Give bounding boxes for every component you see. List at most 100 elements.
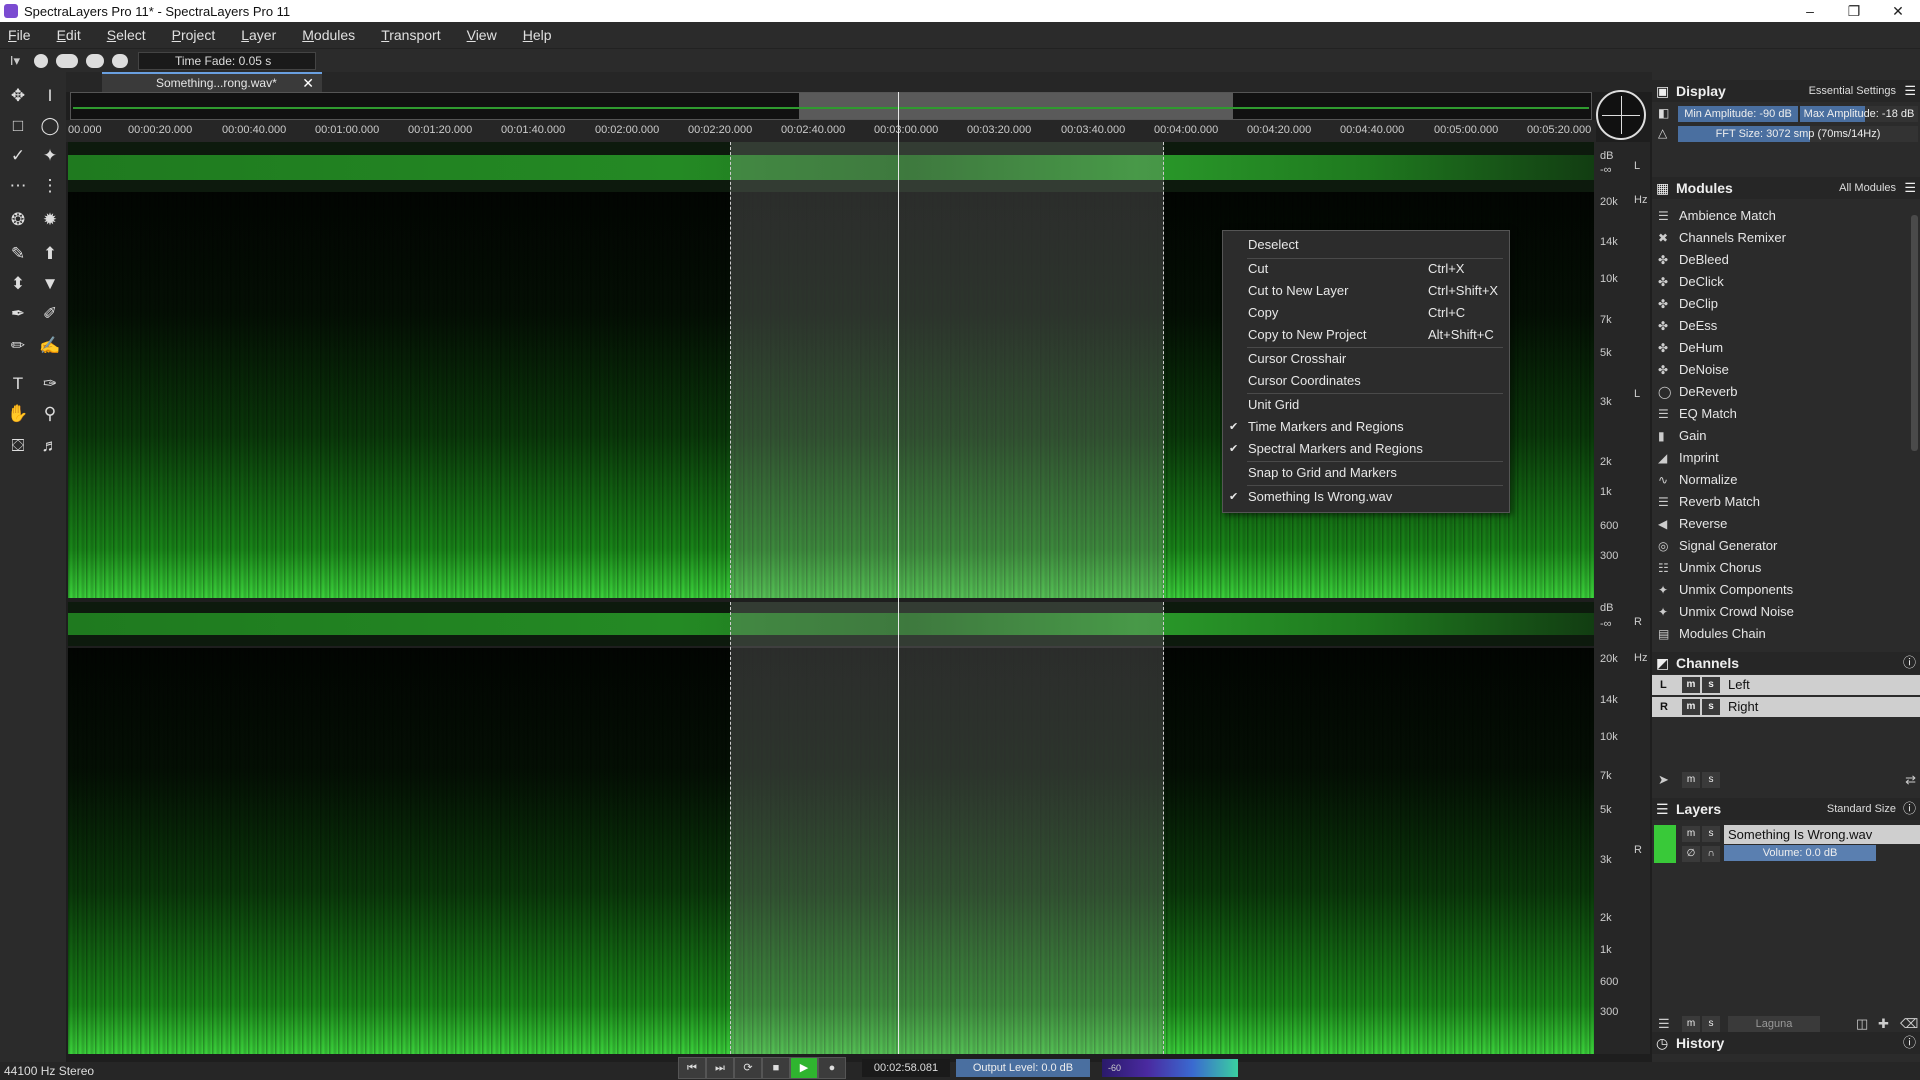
layer-row[interactable]: m s Something Is Wrong.wav ∅ ∩ Volume: 0… [1652,825,1920,863]
frequency-select-icon[interactable]: ⋮ [36,172,64,200]
text-tool-icon[interactable]: T [4,370,32,398]
menu-view[interactable]: View [467,27,497,43]
speaker-icon[interactable]: ♬ [36,432,64,460]
menu-item-cursor-crosshair[interactable]: Cursor Crosshair [1223,349,1509,369]
help-icon[interactable]: ⓘ [1903,652,1916,674]
history-panel-header[interactable]: ◷ History ⓘ [1652,1032,1920,1054]
transient-icon[interactable]: ❂ [4,206,32,234]
pull-up-icon[interactable]: ⬆ [36,240,64,268]
mute-button[interactable]: m [1682,677,1700,693]
layer-size-dropdown[interactable]: Standard Size [1827,798,1896,820]
layer-mute-button[interactable]: m [1682,826,1700,842]
skip-back-icon[interactable]: ⏮ [678,1057,706,1079]
module-ambience-match[interactable]: ☰ Ambience Match [1652,205,1914,227]
zoom-navigator-knob[interactable] [1596,90,1646,140]
module-eq-match[interactable]: ☰ EQ Match [1652,403,1914,425]
shape-dot-icon[interactable] [34,53,48,68]
module-debleed[interactable]: ✤ DeBleed [1652,249,1914,271]
layer-volume-slider[interactable]: Volume: 0.0 dB [1724,845,1876,861]
channel-row-left[interactable]: L m s Left [1652,675,1920,695]
layer-stack-icon[interactable]: ☰ [1658,1016,1670,1032]
module-imprint[interactable]: ◢ Imprint [1652,447,1914,469]
menu-item-time-markers[interactable]: ✔ Time Markers and Regions [1223,417,1509,437]
menu-select[interactable]: Select [107,27,146,43]
fft-size-slider[interactable]: FFT Size: 3072 smp (70ms/14Hz) [1678,126,1918,142]
hand-icon[interactable]: ✋ [4,400,32,428]
solo-button[interactable]: s [1702,699,1720,715]
time-tool-icon[interactable]: I [36,82,64,110]
output-level-slider[interactable]: Output Level: 0.0 dB [956,1059,1090,1077]
stop-icon[interactable]: ■ [762,1057,790,1079]
module-dereverb[interactable]: ◯ DeReverb [1652,381,1914,403]
display-panel-header[interactable]: ▣ Display Essential Settings ☰ [1652,80,1920,102]
module-deess[interactable]: ✤ DeEss [1652,315,1914,337]
menu-item-layer-file[interactable]: ✔ Something Is Wrong.wav [1223,487,1509,507]
restore-icon[interactable]: ❐ [1832,0,1876,22]
minimize-icon[interactable]: – [1788,0,1832,22]
menu-layer[interactable]: Layer [241,27,276,43]
time-ruler[interactable]: 00.000 00:00:20.000 00:00:40.000 00:01:0… [66,120,1596,142]
paint-brush-icon[interactable]: ✐ [36,300,64,328]
document-tab[interactable]: Something...rong.wav* ✕ [102,72,322,92]
move-tool-icon[interactable]: ✥ [4,82,32,110]
layers-mute-button[interactable]: m [1682,1016,1700,1032]
panel-menu-icon[interactable]: ☰ [1904,177,1916,199]
module-dehum[interactable]: ✤ DeHum [1652,337,1914,359]
module-unmix-components[interactable]: ✦ Unmix Components [1652,579,1914,601]
shape-ring-icon[interactable] [112,53,128,68]
stamp-icon[interactable]: ▼ [36,270,64,298]
module-declick[interactable]: ✤ DeClick [1652,271,1914,293]
menu-item-cut-to-new-layer[interactable]: Cut to New Layer Ctrl+Shift+X [1223,281,1509,301]
module-unmix-chorus[interactable]: ☷ Unmix Chorus [1652,557,1914,579]
panel-menu-icon[interactable]: ☰ [1904,80,1916,102]
time-select-tool-icon[interactable]: I▾ [0,53,30,69]
menu-item-copy-to-new-project[interactable]: Copy to New Project Alt+Shift+C [1223,325,1509,345]
module-denoise[interactable]: ✤ DeNoise [1652,359,1914,381]
eyedropper-icon[interactable]: ✑ [36,370,64,398]
overview-navigator[interactable] [70,92,1592,120]
module-channels-remixer[interactable]: ✖ Channels Remixer [1652,227,1914,249]
min-amplitude-slider[interactable]: Min Amplitude: -90 dB [1678,106,1798,122]
record-icon[interactable]: ● [818,1057,846,1079]
timecode-display[interactable]: 00:02:58.081 [862,1059,950,1077]
menu-item-deselect[interactable]: Deselect [1223,235,1509,255]
solo-all-button[interactable]: s [1702,772,1720,788]
mute-button[interactable]: m [1682,699,1700,715]
route-icon[interactable]: ➤ [1658,772,1669,788]
phase-invert-icon[interactable]: ∅ [1682,846,1700,862]
zoom-icon[interactable]: ⚲ [36,400,64,428]
menu-item-spectral-markers[interactable]: ✔ Spectral Markers and Regions [1223,439,1509,459]
layers-solo-button[interactable]: s [1702,1016,1720,1032]
module-declip[interactable]: ✤ DeClip [1652,293,1914,315]
time-selection-left[interactable] [730,142,1164,598]
module-reverse[interactable]: ◀ Reverse [1652,513,1914,535]
brush-select-icon[interactable]: ✓ [4,142,32,170]
menu-transport[interactable]: Transport [381,27,440,43]
layer-solo-button[interactable]: s [1702,826,1720,842]
menu-project[interactable]: Project [172,27,216,43]
shuffle-icon[interactable]: ⇄ [1905,772,1916,788]
module-gain[interactable]: ▮ Gain [1652,425,1914,447]
rect-select-icon[interactable]: □ [4,112,32,140]
max-amplitude-slider[interactable]: Max Amplitude: -18 dB [1800,106,1918,122]
help-icon[interactable]: ⓘ [1903,798,1916,820]
display-preset-dropdown[interactable]: Essential Settings [1809,80,1896,102]
eraser-icon[interactable]: ✎ [4,240,32,268]
module-modules-chain[interactable]: ▤ Modules Chain [1652,623,1914,645]
menu-item-snap[interactable]: Snap to Grid and Markers [1223,463,1509,483]
module-signal-generator[interactable]: ◎ Signal Generator [1652,535,1914,557]
play-icon[interactable]: ▶ [790,1057,818,1079]
menu-item-cursor-coordinates[interactable]: Cursor Coordinates [1223,371,1509,391]
menu-item-cut[interactable]: Cut Ctrl+X [1223,259,1509,279]
loop-icon[interactable]: ⟳ [734,1057,762,1079]
module-unmix-crowd-noise[interactable]: ✦ Unmix Crowd Noise [1652,601,1914,623]
close-tab-icon[interactable]: ✕ [302,74,314,92]
close-window-icon[interactable]: ✕ [1876,0,1920,22]
overview-selection[interactable] [799,93,1233,119]
modules-filter-dropdown[interactable]: All Modules [1839,177,1896,199]
channels-panel-header[interactable]: ◩ Channels ⓘ [1652,652,1920,674]
add-layer-icon[interactable]: ✚ [1878,1016,1889,1032]
menu-item-unit-grid[interactable]: Unit Grid [1223,395,1509,415]
delete-layer-icon[interactable]: ⌫ [1900,1016,1918,1032]
skip-forward-icon[interactable]: ⏭ [706,1057,734,1079]
